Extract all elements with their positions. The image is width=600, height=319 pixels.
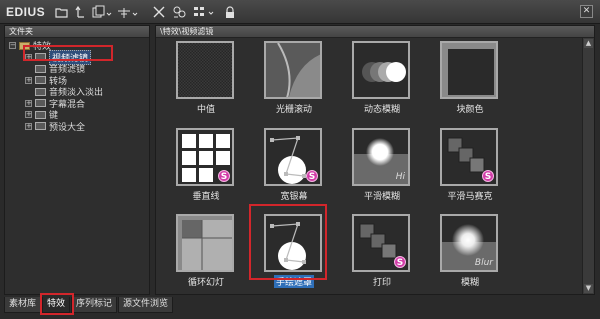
open-folder-icon[interactable] (54, 4, 68, 20)
scroll-up-icon[interactable]: ▲ (584, 39, 593, 48)
effect-folder-icon (35, 110, 46, 119)
effect-thumbnail: S (352, 214, 410, 272)
scroll-down-icon[interactable]: ▼ (584, 284, 593, 293)
bottom-tab-bar: 素材库 特效 序列标记 源文件浏览 (4, 297, 174, 313)
plugin-badge-icon: S (218, 170, 230, 182)
effect-folder-icon (35, 64, 46, 73)
expand-icon[interactable]: + (25, 76, 32, 84)
effect-tile-raster-scroll[interactable]: 光栅滚动 (264, 41, 324, 115)
effect-tile-smooth-blur[interactable]: Hi 平滑模糊 (352, 128, 412, 202)
sort-icon[interactable] (116, 4, 140, 20)
plugin-badge-icon: S (306, 170, 318, 182)
tab-source-browser[interactable]: 源文件浏览 (118, 297, 174, 313)
effect-folder-icon (35, 122, 46, 131)
effect-thumbnail (352, 41, 410, 99)
tab-bin[interactable]: 素材库 (4, 297, 42, 313)
effect-label: 动态模糊 (363, 105, 400, 115)
up-folder-icon[interactable] (74, 4, 86, 20)
effect-tile-widescreen[interactable]: S 宽银幕 (264, 128, 324, 202)
effect-tile-block-color[interactable]: 块颜色 (440, 41, 500, 115)
copy-icon[interactable] (92, 4, 112, 20)
effect-folder-icon (35, 87, 46, 96)
effect-label: 垂直线 (192, 192, 220, 202)
lock-icon[interactable] (224, 4, 236, 20)
effect-thumbnail (176, 41, 234, 99)
effect-thumbnail (440, 41, 498, 99)
effect-tile-median[interactable]: 中值 (176, 41, 236, 115)
folder-pane: 文件夹 − 特效 + 视频滤镜 音频滤镜 + 转场 音频淡入淡出 + 字幕混合 (4, 25, 150, 295)
thumb-tag: Blur (474, 258, 493, 268)
effects-pane: \特效\视频滤镜 中值 光栅滚动 动态模糊 块颜色 S 垂直线 S 宽银幕 Hi… (155, 25, 595, 295)
effect-label: 光栅滚动 (275, 105, 312, 115)
effect-tile-blur[interactable]: Blur 模糊 (440, 214, 500, 288)
tree-highlight-box (23, 45, 113, 61)
effect-tile-loop-slide[interactable]: 循环幻灯 (176, 214, 236, 288)
tree-item-presets[interactable]: + 预设大全 (5, 121, 149, 133)
close-button[interactable]: ✕ (580, 5, 593, 18)
effect-label: 循环幻灯 (187, 278, 224, 288)
effect-label: 中值 (196, 105, 215, 115)
effect-thumbnail: S (264, 128, 322, 186)
effect-tile-smooth-mosaic[interactable]: S 平滑马赛克 (440, 128, 500, 202)
view-icon[interactable] (193, 4, 217, 20)
effect-thumbnail (264, 41, 322, 99)
effect-label: 平滑马赛克 (447, 192, 493, 202)
collapse-icon[interactable]: − (9, 42, 16, 50)
effect-tile-motion-blur[interactable]: 动态模糊 (352, 41, 412, 115)
effect-thumbnail: S (176, 128, 234, 186)
thumb-tag: Hi (395, 172, 405, 182)
tree-item-title-mixers[interactable]: + 字幕混合 (5, 98, 149, 110)
plugin-badge-icon: S (482, 170, 494, 182)
effect-thumbnail: Blur (440, 214, 498, 272)
expand-icon[interactable]: + (25, 122, 32, 130)
tree-item-label: 预设大全 (49, 122, 86, 133)
expand-icon[interactable]: + (25, 99, 32, 107)
effect-label: 块颜色 (456, 105, 484, 115)
tab-sequence-markers[interactable]: 序列标记 (71, 297, 118, 313)
tile-highlight-box (249, 204, 327, 280)
effect-folder-icon (35, 76, 46, 85)
effect-thumbnail: S (440, 128, 498, 186)
title-bar: EDIUS ✕ (0, 0, 600, 24)
properties-icon[interactable] (172, 4, 186, 20)
delete-icon[interactable] (152, 4, 166, 20)
vertical-scrollbar[interactable]: ▲ ▼ (582, 38, 594, 294)
folder-pane-header: 文件夹 (5, 26, 149, 38)
app-title: EDIUS (6, 5, 46, 19)
effect-thumbnail: Hi (352, 128, 410, 186)
effect-tile-print[interactable]: S 打印 (352, 214, 412, 288)
path-bar: \特效\视频滤镜 (156, 26, 594, 38)
tree-item-audio-filters[interactable]: 音频滤镜 (5, 63, 149, 75)
effect-folder-icon (35, 99, 46, 108)
effect-label: 模糊 (460, 278, 479, 288)
effect-label: 打印 (372, 278, 391, 288)
plugin-badge-icon: S (394, 256, 406, 268)
tab-highlight-box (40, 293, 74, 315)
effect-thumbnail (176, 214, 234, 272)
effect-label: 宽银幕 (280, 192, 308, 202)
expand-icon[interactable]: + (25, 111, 32, 119)
effect-tile-vertical-lines[interactable]: S 垂直线 (176, 128, 236, 202)
effect-label: 平滑模糊 (363, 192, 400, 202)
